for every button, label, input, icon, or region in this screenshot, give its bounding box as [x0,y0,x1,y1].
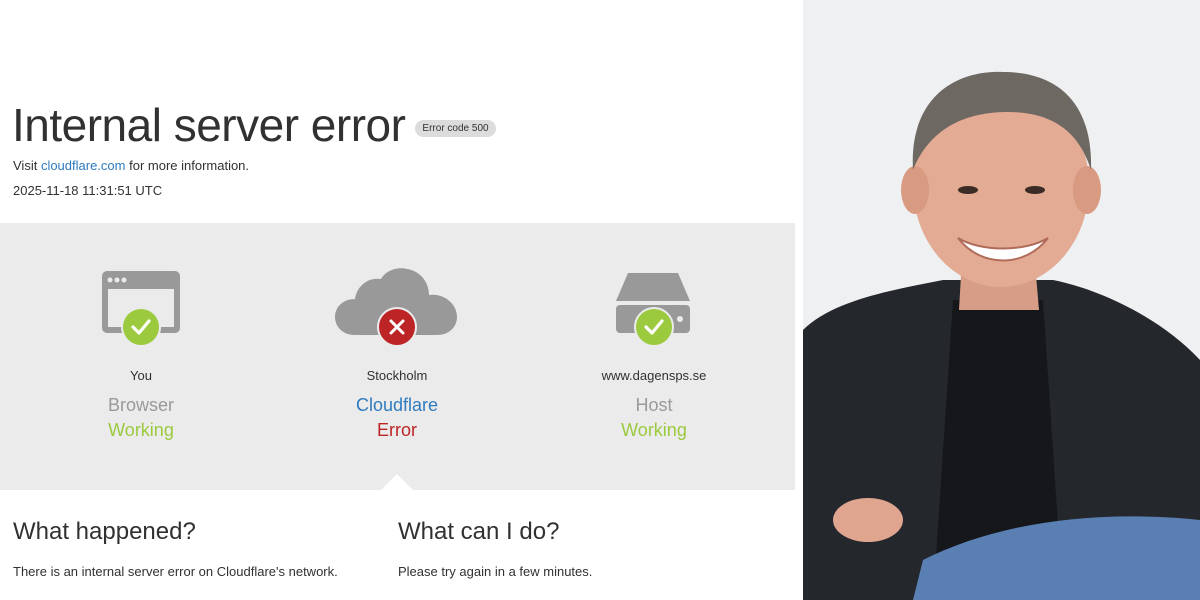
error-x-icon [377,307,417,347]
node-status: Error [377,420,417,440]
what-happened-text: There is an internal server error on Clo… [13,564,338,579]
title-row: Internal server error Error code 500 [12,98,496,152]
node-location: Stockholm [366,368,428,383]
node-name: Cloudflare [355,395,439,415]
cloudflare-error-page: Internal server error Error code 500 Vis… [0,0,795,600]
node-location: You [130,368,152,383]
pointer-notch [380,474,414,491]
page-title: Internal server error [12,99,406,151]
error-code-badge: Error code 500 [415,119,496,137]
visit-prefix: Visit [13,158,41,173]
visit-line: Visit cloudflare.com for more informatio… [13,158,249,173]
node-name: Browser [107,395,174,415]
timestamp: 2025-11-18 11:31:51 UTC [13,183,163,198]
what-can-i-do-heading: What can I do? [398,518,560,545]
node-status: Working [621,420,687,440]
check-icon [121,307,161,347]
cloudflare-link[interactable]: cloudflare.com [41,158,126,173]
node-status: Working [108,420,174,440]
node-location: www.dagensps.se [601,368,707,383]
check-icon [634,307,674,347]
what-happened-heading: What happened? [13,518,196,545]
node-name: Host [635,395,673,415]
portrait-photo [803,0,1200,600]
what-can-i-do-text: Please try again in a few minutes. [398,564,593,579]
visit-suffix: for more information. [125,158,250,173]
status-diagram: You Browser Working Stockholm Cloudflare… [0,223,795,490]
person-illustration [803,0,1200,600]
